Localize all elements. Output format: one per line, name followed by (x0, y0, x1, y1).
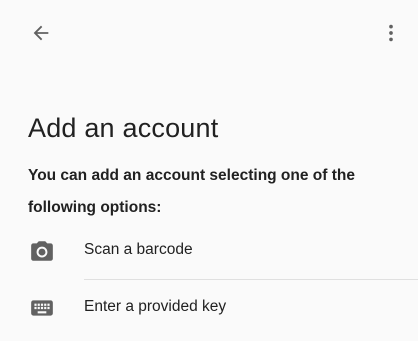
option-divider (84, 279, 418, 280)
arrow-back-icon (33, 25, 49, 41)
keyboard-icon (29, 295, 55, 321)
camera-icon (29, 238, 55, 264)
option-label: Enter a provided key (84, 298, 227, 315)
back-button[interactable] (26, 18, 56, 48)
more-options-button[interactable] (376, 18, 406, 48)
page-subtitle: You can add an account selecting one of … (28, 167, 355, 216)
scan-barcode-option[interactable]: Scan a barcode (0, 224, 418, 278)
page-title: Add an account (28, 113, 219, 143)
more-vert-icon (389, 24, 393, 42)
top-app-bar (0, 0, 418, 64)
option-label: Scan a barcode (84, 241, 193, 258)
enter-key-option[interactable]: Enter a provided key (0, 281, 418, 335)
